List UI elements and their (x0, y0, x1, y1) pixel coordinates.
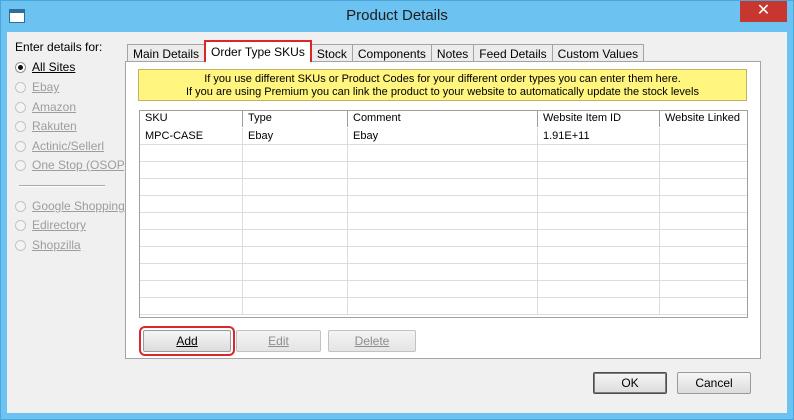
table-row-empty (140, 162, 747, 179)
cell-sku[interactable]: MPC-CASE (140, 128, 243, 145)
tab-notes[interactable]: Notes (430, 44, 475, 62)
info-banner: If you use different SKUs or Product Cod… (138, 69, 747, 101)
site-option-one-stop[interactable]: One Stop (OSOP) (15, 157, 129, 173)
title-bar[interactable]: Product Details ✕ (1, 1, 793, 32)
site-option-label: Edirectory (32, 218, 87, 232)
site-option-label: Shopzilla (32, 238, 81, 252)
close-button[interactable]: ✕ (740, 1, 787, 22)
add-button[interactable]: Add (139, 326, 235, 356)
options-separator (19, 185, 105, 187)
delete-button[interactable]: Delete (328, 330, 416, 352)
radio-icon[interactable] (15, 120, 26, 132)
tab-stock[interactable]: Stock (310, 44, 353, 62)
radio-icon[interactable] (15, 159, 26, 171)
tab-feed-details[interactable]: Feed Details (473, 44, 553, 62)
dialog-client-area: Enter details for: All Sites Ebay Amazon… (7, 32, 787, 413)
tab-custom-values[interactable]: Custom Values (551, 44, 645, 62)
radio-icon[interactable] (15, 140, 26, 152)
table-row-empty (140, 213, 747, 230)
column-header-website-linked[interactable]: Website Linked (660, 111, 747, 127)
site-option-actinic[interactable]: Actinic/Sellerl (15, 138, 104, 154)
table-row-empty (140, 264, 747, 281)
cell-website-linked[interactable] (660, 128, 747, 145)
table-row-empty (140, 298, 747, 315)
enter-details-label: Enter details for: (15, 40, 103, 54)
grid-header-row: SKU Type Comment Website Item ID Website… (140, 111, 747, 127)
table-row-empty (140, 247, 747, 264)
cell-comment[interactable]: Ebay (348, 128, 538, 145)
column-header-sku[interactable]: SKU (140, 111, 243, 127)
add-button-label: Add (176, 334, 198, 348)
tab-components[interactable]: Components (351, 44, 432, 62)
close-icon: ✕ (756, 2, 771, 19)
site-option-label: Rakuten (32, 119, 77, 133)
sku-grid[interactable]: SKU Type Comment Website Item ID Website… (139, 110, 748, 318)
radio-icon[interactable] (15, 219, 26, 231)
table-row-empty (140, 230, 747, 247)
delete-button-label: Delete (354, 334, 390, 348)
order-type-skus-panel: If you use different SKUs or Product Cod… (125, 61, 761, 359)
site-option-rakuten[interactable]: Rakuten (15, 118, 77, 134)
ok-button[interactable]: OK (593, 372, 667, 394)
column-header-comment[interactable]: Comment (348, 111, 538, 127)
cell-type[interactable]: Ebay (243, 128, 348, 145)
tab-order-type-skus[interactable]: Order Type SKUs (204, 40, 312, 62)
table-row-empty (140, 145, 747, 162)
info-line-1: If you use different SKUs or Product Cod… (204, 73, 681, 85)
tab-main-details[interactable]: Main Details (127, 44, 206, 62)
radio-icon[interactable] (15, 81, 26, 93)
radio-icon[interactable] (15, 200, 26, 212)
info-line-2: If you are using Premium you can link th… (186, 86, 699, 98)
site-option-label: All Sites (32, 60, 76, 74)
cancel-button-label: Cancel (695, 376, 733, 390)
column-header-website-item-id[interactable]: Website Item ID (538, 111, 660, 127)
product-details-window: Product Details ✕ Enter details for: All… (0, 0, 794, 420)
table-row-empty (140, 196, 747, 213)
site-option-label: Amazon (32, 100, 77, 114)
radio-icon[interactable] (15, 61, 26, 73)
site-option-label: Actinic/Sellerl (32, 139, 105, 153)
site-option-label: Google Shopping (32, 199, 125, 213)
site-option-label: One Stop (OSOP) (32, 158, 129, 172)
window-title: Product Details (346, 7, 448, 24)
site-option-edirectory[interactable]: Edirectory (15, 217, 86, 233)
cancel-button[interactable]: Cancel (677, 372, 751, 394)
site-option-google-shopping[interactable]: Google Shopping (15, 198, 125, 214)
radio-icon[interactable] (15, 101, 26, 113)
cell-website-item-id[interactable]: 1.91E+11 (538, 128, 660, 145)
column-header-type[interactable]: Type (243, 111, 348, 127)
site-option-all-sites[interactable]: All Sites (15, 59, 75, 75)
table-row[interactable]: MPC-CASE Ebay Ebay 1.91E+11 (140, 128, 747, 145)
site-option-ebay[interactable]: Ebay (15, 79, 59, 95)
ok-button-label: OK (621, 376, 639, 390)
radio-icon[interactable] (15, 239, 26, 251)
site-option-shopzilla[interactable]: Shopzilla (15, 237, 81, 253)
site-option-label: Ebay (32, 80, 60, 94)
table-row-empty (140, 179, 747, 196)
site-option-amazon[interactable]: Amazon (15, 99, 76, 115)
edit-button[interactable]: Edit (236, 330, 321, 352)
edit-button-label: Edit (268, 334, 289, 348)
table-row-empty (140, 281, 747, 298)
tab-strip: Main Details Order Type SKUs Stock Compo… (127, 40, 645, 62)
